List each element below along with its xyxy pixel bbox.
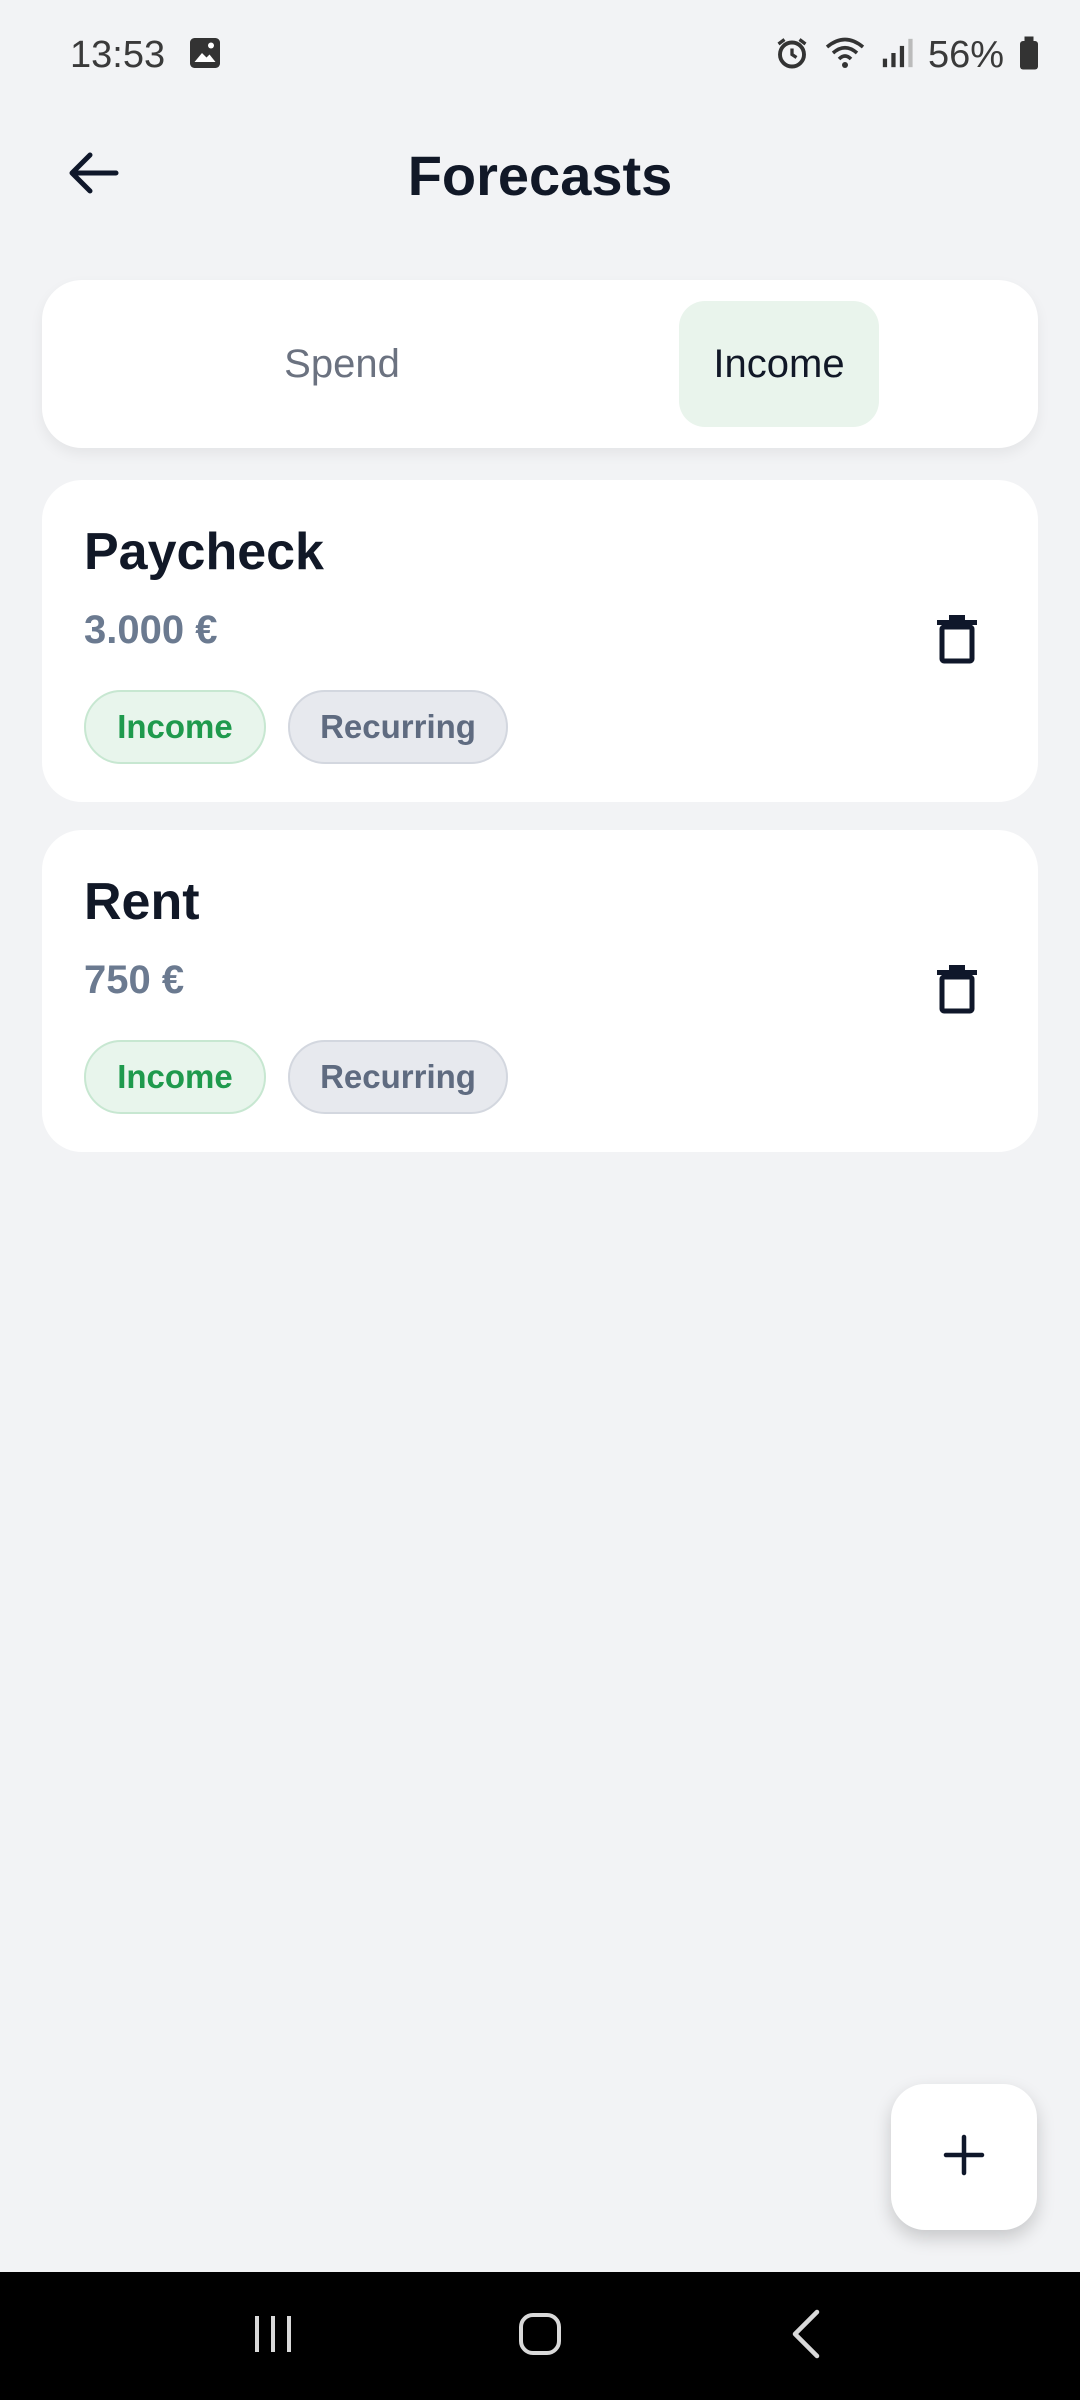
- image-icon: [187, 35, 223, 76]
- income-tag: Income: [84, 1040, 266, 1114]
- delete-button[interactable]: [922, 600, 992, 680]
- alarm-icon: [774, 35, 810, 76]
- recent-apps-button[interactable]: [223, 2296, 323, 2376]
- recent-apps-icon: [251, 2312, 295, 2361]
- trash-icon: [935, 962, 979, 1019]
- home-button[interactable]: [490, 2296, 590, 2376]
- status-bar: 13:53 56%: [0, 0, 1080, 110]
- trash-icon: [935, 612, 979, 669]
- forecast-name: Paycheck: [84, 523, 324, 581]
- delete-button[interactable]: [922, 950, 992, 1030]
- add-forecast-button[interactable]: [891, 2084, 1037, 2230]
- forecast-name: Rent: [84, 873, 200, 931]
- signal-icon: [880, 35, 914, 76]
- income-tag: Income: [84, 690, 266, 764]
- system-nav-bar: [0, 2272, 1080, 2400]
- system-back-button[interactable]: [757, 2296, 857, 2376]
- forecast-card[interactable]: Paycheck 3.000 € Income Recurring: [42, 480, 1038, 802]
- tab-spend[interactable]: Spend: [217, 301, 467, 427]
- back-button[interactable]: [58, 145, 128, 205]
- app-header: Forecasts: [0, 120, 1080, 230]
- forecast-amount: 750 €: [84, 958, 185, 1002]
- recurring-tag: Recurring: [288, 690, 508, 764]
- status-right: 56%: [774, 34, 1040, 77]
- back-icon: [787, 2308, 827, 2365]
- page-title: Forecasts: [407, 143, 673, 207]
- status-left: 13:53: [70, 34, 223, 77]
- segment-toggle: Spend Income: [42, 280, 1038, 448]
- forecast-amount: 3.000 €: [84, 608, 218, 652]
- arrow-left-icon: [66, 150, 120, 201]
- battery-percentage: 56%: [927, 33, 1004, 76]
- battery-icon: [1018, 35, 1040, 76]
- plus-icon: [942, 2133, 986, 2182]
- recurring-tag: Recurring: [288, 1040, 508, 1114]
- tab-income[interactable]: Income: [679, 301, 879, 427]
- status-time: 13:53: [70, 33, 166, 76]
- forecasts-screen: 13:53 56% Forecasts Spend Income Paychec…: [0, 0, 1080, 2400]
- home-icon: [516, 2310, 564, 2363]
- wifi-icon: [824, 35, 866, 76]
- forecast-card[interactable]: Rent 750 € Income Recurring: [42, 830, 1038, 1152]
